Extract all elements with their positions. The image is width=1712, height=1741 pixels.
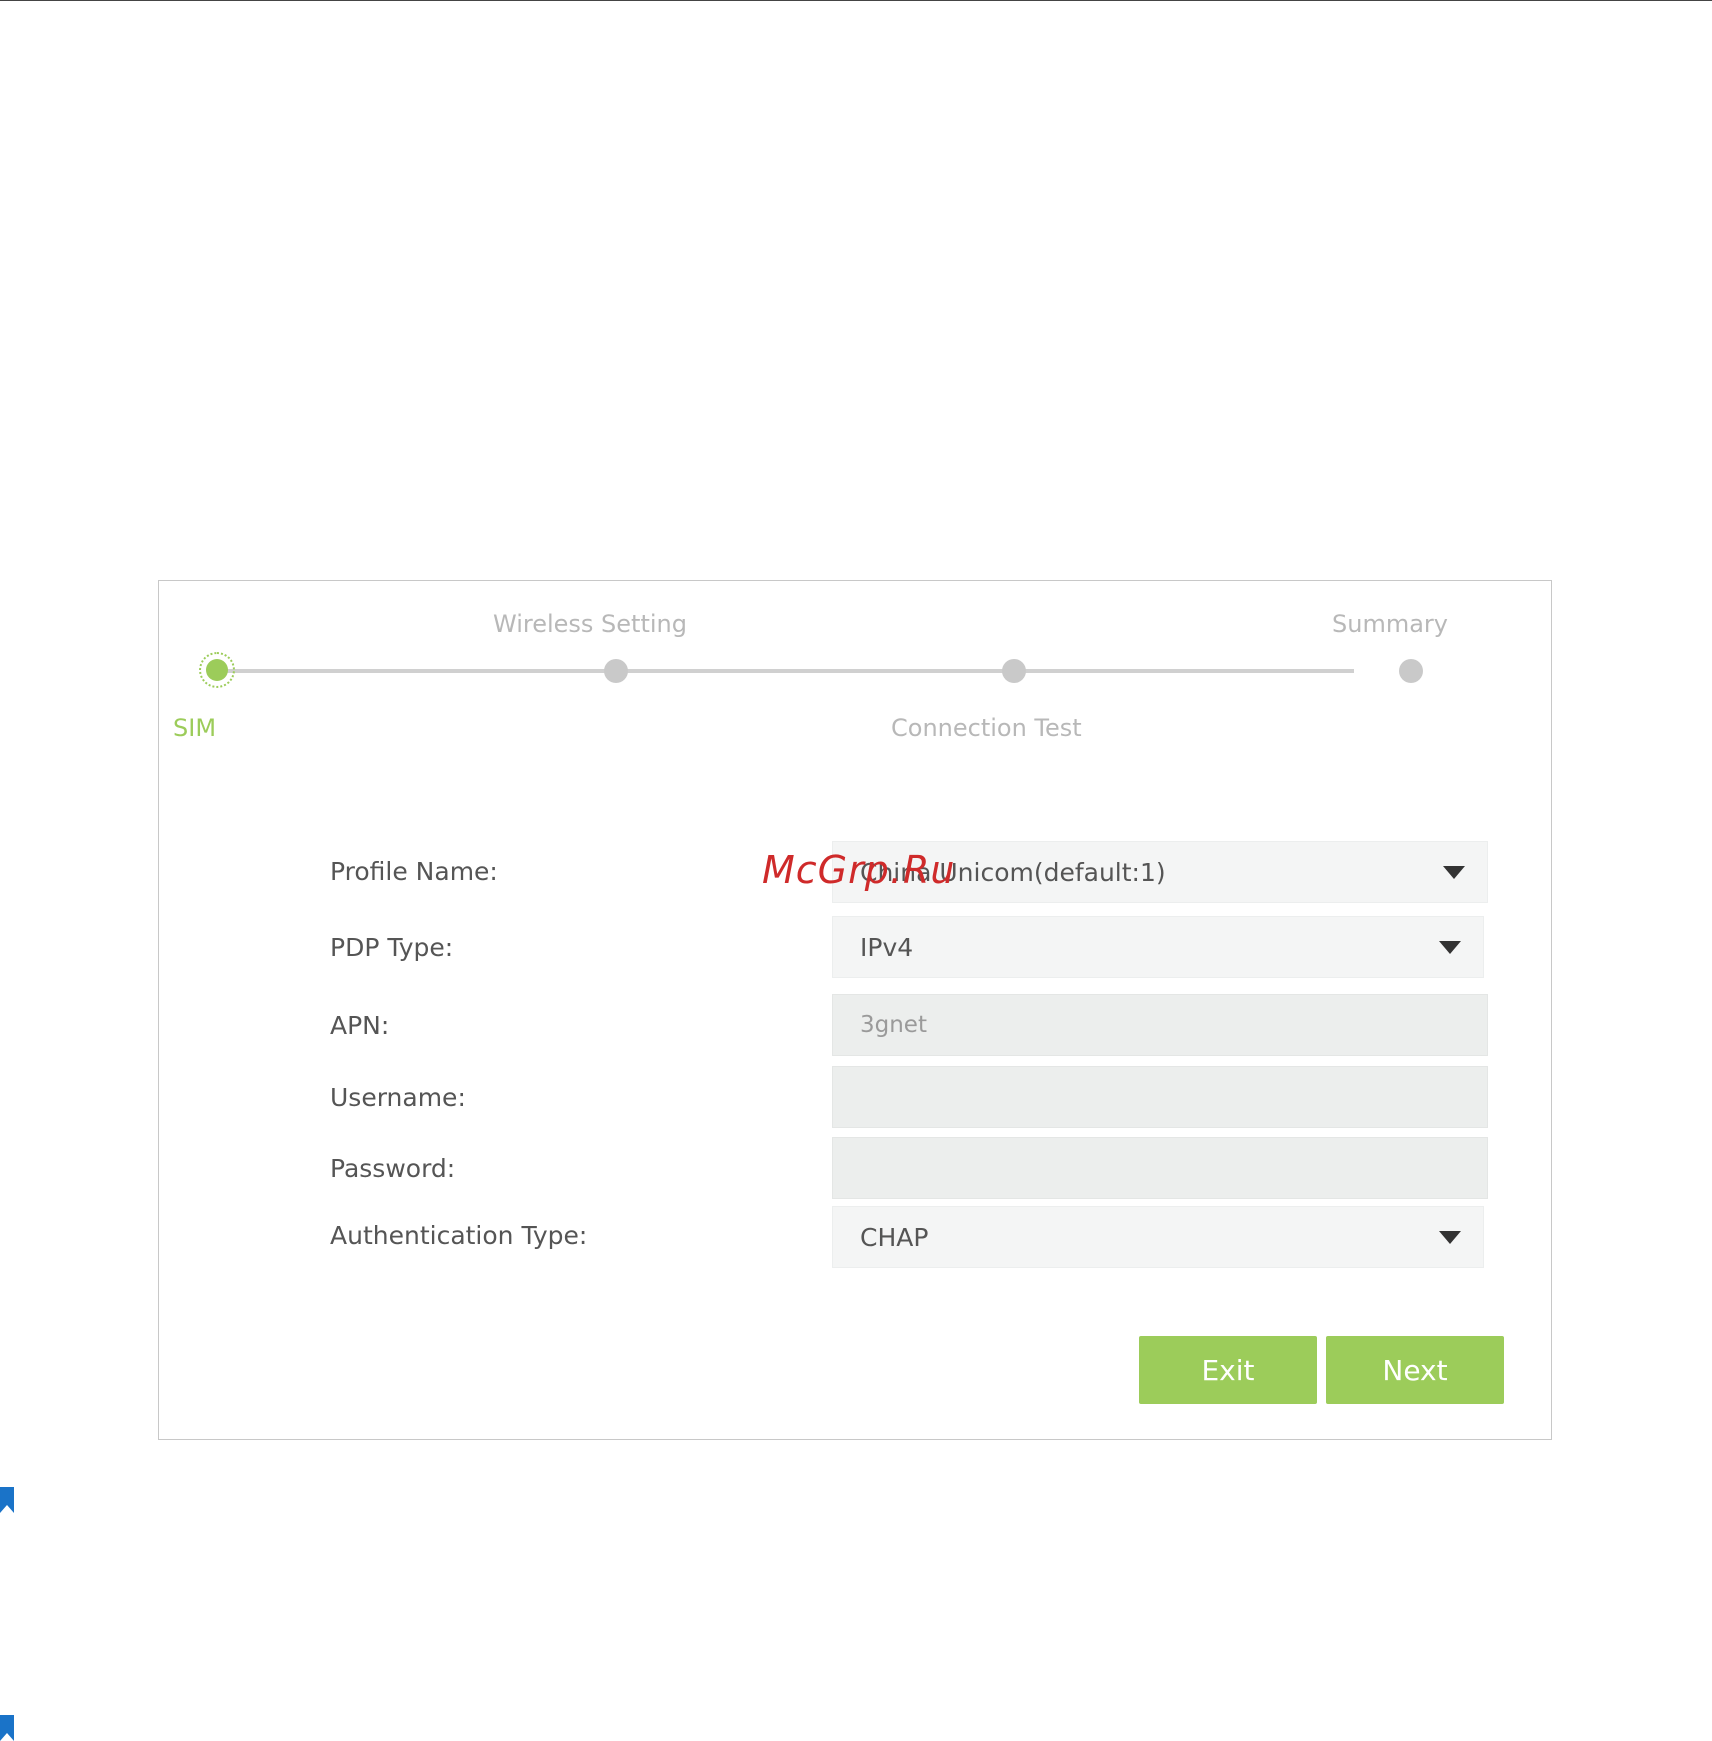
chevron-down-icon	[1439, 940, 1461, 954]
step-sim-dot	[206, 659, 228, 681]
top-rule	[0, 0, 1712, 1]
authentication-type-value: CHAP	[860, 1222, 929, 1252]
username-input[interactable]	[832, 1066, 1488, 1128]
password-input[interactable]	[832, 1137, 1488, 1199]
watermark: McGrp.Ru	[762, 848, 956, 892]
progress-track	[220, 669, 1354, 673]
chevron-down-icon	[1439, 1230, 1461, 1244]
setup-wizard-panel: SIM Wireless Setting Connection Test Sum…	[158, 580, 1552, 1440]
password-label: Password:	[330, 1154, 456, 1183]
exit-button[interactable]: Exit	[1139, 1336, 1317, 1404]
apn-value: 3gnet	[860, 1012, 927, 1038]
step-wireless-dot	[604, 659, 628, 683]
apn-input[interactable]: 3gnet	[832, 994, 1488, 1056]
step-label-sim: SIM	[173, 714, 217, 742]
step-label-connection-test: Connection Test	[891, 714, 1082, 742]
chevron-down-icon	[1443, 865, 1465, 879]
username-label: Username:	[330, 1083, 466, 1112]
profile-name-label: Profile Name:	[330, 857, 498, 886]
step-label-wireless-setting: Wireless Setting	[493, 610, 687, 638]
apn-label: APN:	[330, 1011, 390, 1040]
next-button[interactable]: Next	[1326, 1336, 1504, 1404]
bookmark-icon[interactable]	[0, 1487, 14, 1513]
pdp-type-value: IPv4	[860, 932, 914, 962]
pdp-type-label: PDP Type:	[330, 933, 454, 962]
step-connection-dot	[1002, 659, 1026, 683]
step-summary-dot	[1399, 659, 1423, 683]
step-label-summary: Summary	[1332, 610, 1448, 638]
authentication-type-label: Authentication Type:	[330, 1221, 588, 1250]
authentication-type-select[interactable]: CHAP	[832, 1206, 1484, 1268]
bookmark-icon[interactable]	[0, 1715, 14, 1741]
pdp-type-select[interactable]: IPv4	[832, 916, 1484, 978]
